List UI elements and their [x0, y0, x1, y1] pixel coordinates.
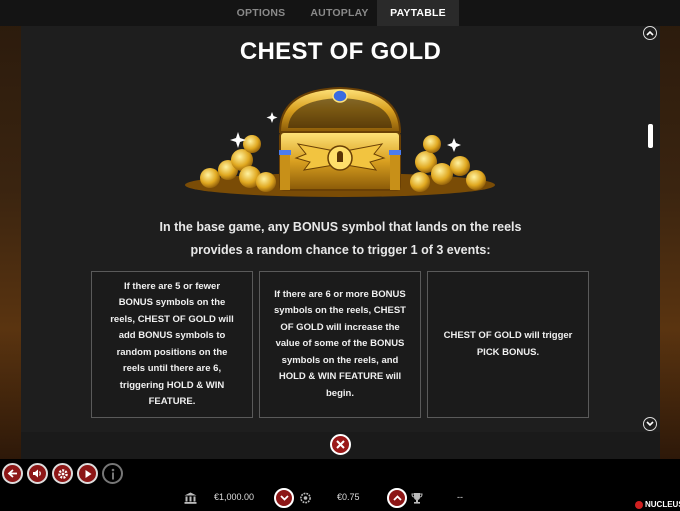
menu-tab-bar: OPTIONS AUTOPLAY PAYTABLE [0, 0, 680, 26]
description-line-1: In the base game, any BONUS symbol that … [159, 220, 522, 234]
description-line-2: provides a random chance to trigger 1 of… [190, 243, 491, 257]
settings-button[interactable] [52, 463, 73, 484]
bet-decrease-button[interactable] [274, 488, 294, 508]
tab-options[interactable]: OPTIONS [220, 0, 302, 26]
back-arrow-icon [7, 469, 17, 478]
chevron-up-icon [646, 30, 654, 36]
game-background-left [0, 0, 22, 470]
chevron-up-icon [392, 495, 402, 501]
back-button[interactable] [2, 463, 23, 484]
chevron-down-icon [279, 495, 289, 501]
bet-increase-button[interactable] [387, 488, 407, 508]
chevron-down-icon [646, 421, 654, 427]
close-icon [336, 440, 345, 449]
scrollbar-thumb[interactable] [648, 124, 653, 148]
game-control-bar [0, 459, 680, 511]
trophy-icon [411, 493, 423, 504]
event-box-3: CHEST OF GOLD will trigger PICK BONUS. [427, 271, 589, 418]
nucleus-logo-icon [635, 500, 643, 509]
settings-icon [57, 468, 68, 479]
info-icon [111, 468, 114, 479]
balance-value: €1,000.00 [214, 492, 255, 502]
close-button[interactable] [330, 434, 351, 455]
paytable-title: CHEST OF GOLD [239, 38, 442, 65]
event-box-1: If there are 5 or fewer BONUS symbols on… [91, 271, 253, 418]
scroll-down-button[interactable] [643, 417, 657, 431]
tab-autoplay[interactable]: AUTOPLAY [302, 0, 377, 26]
event-box-2: If there are 6 or more BONUS symbols on … [259, 271, 421, 418]
coin-stack-icon [300, 492, 311, 504]
info-button[interactable] [102, 463, 123, 484]
win-value: -- [457, 492, 463, 502]
tabs: OPTIONS AUTOPLAY PAYTABLE [220, 0, 459, 26]
bank-icon [184, 492, 197, 504]
autoplay-button[interactable] [77, 463, 98, 484]
sound-icon [33, 469, 41, 478]
chest-of-gold-image [185, 86, 495, 197]
sound-button[interactable] [27, 463, 48, 484]
bet-value: €0.75 [337, 492, 360, 502]
tab-paytable[interactable]: PAYTABLE [377, 0, 459, 26]
play-icon [85, 469, 91, 478]
brand-name: NUCLEUS [645, 500, 680, 509]
nucleus-logo: NUCLEUS [635, 500, 680, 509]
game-background-right [658, 0, 680, 470]
